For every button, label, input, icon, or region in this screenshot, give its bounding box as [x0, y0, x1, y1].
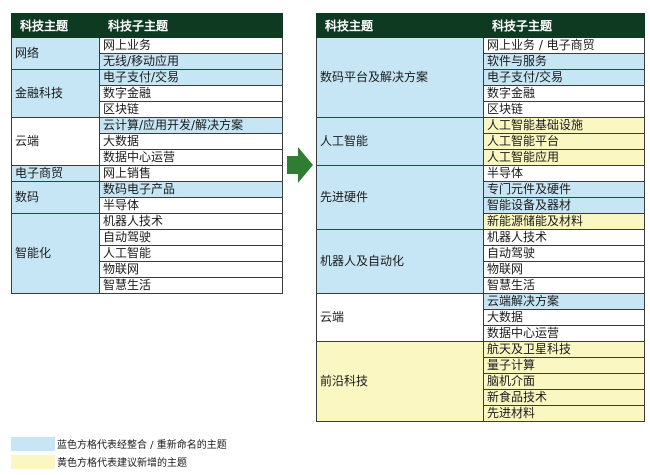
subtheme-cell: 新食品技术 [483, 389, 645, 406]
table-row: 电子商贸 网上销售 [11, 165, 283, 182]
subtheme-cell: 区块链 [99, 101, 283, 118]
subtheme-cell: 云计算/应用开发/解决方案 [99, 117, 283, 134]
subtheme-cell: 量子计算 [483, 357, 645, 374]
header-subtheme: 科技子主题 [99, 13, 283, 38]
theme-cell: 数码平台及解决方案 [316, 37, 484, 118]
subtheme-cell: 智慧生活 [483, 277, 645, 294]
subtheme-cell: 网上业务 [99, 37, 283, 54]
subtheme-cell: 自动驾驶 [483, 245, 645, 262]
subtheme-cell: 大数据 [99, 133, 283, 150]
subtheme-cell: 电子支付/交易 [99, 69, 283, 86]
subtheme-cell: 电子支付/交易 [483, 69, 645, 86]
subtheme-cell: 区块链 [483, 101, 645, 118]
subtheme-cell: 大数据 [483, 309, 645, 326]
transition-arrow-icon [287, 147, 313, 183]
table-row: 先进硬件 半导体 [316, 165, 645, 230]
header-theme: 科技主题 [316, 13, 484, 38]
subtheme-cell: 自动驾驶 [99, 229, 283, 246]
subtheme-cell: 智慧生活 [99, 277, 283, 294]
theme-cell: 前沿科技 [316, 341, 484, 422]
table-row: 网络 网上业务 [11, 37, 283, 70]
subtheme-cell: 人工智能平台 [483, 133, 645, 150]
table-row: 机器人及自动化 机器人技术 [316, 229, 645, 294]
current-themes-table: 科技主题 科技子主题 网络 网上业务 无线/移动应用 金融科技 电子支付/交易 数字金融区… [11, 13, 283, 294]
theme-cell: 云端 [316, 293, 484, 342]
subtheme-cell: 无线/移动应用 [99, 53, 283, 70]
subtheme-cell: 专门元件及硬件 [483, 181, 645, 198]
subtheme-cell: 智能设备及器材 [483, 197, 645, 214]
theme-cell: 金融科技 [11, 69, 100, 118]
subtheme-cell: 物联网 [483, 261, 645, 278]
theme-cell: 云端 [11, 117, 100, 166]
header-theme: 科技主题 [11, 13, 100, 38]
legend-item-yellow: 黄色方格代表建议新增的主题 [11, 454, 187, 469]
theme-cell: 机器人及自动化 [316, 229, 484, 294]
subtheme-cell: 数据中心运营 [483, 325, 645, 342]
subtheme-cell: 新能源储能及材料 [483, 213, 645, 230]
subtheme-cell: 先进材料 [483, 405, 645, 422]
theme-cell: 先进硬件 [316, 165, 484, 230]
subtheme-cell: 半导体 [99, 197, 283, 214]
subtheme-cell: 数字金融 [483, 85, 645, 102]
theme-cell: 网络 [11, 37, 100, 70]
table-header-row: 科技主题 科技子主题 [316, 13, 645, 38]
subtheme-cell: 网上业务 / 电子商贸 [483, 37, 645, 54]
table-row: 数码 数码电子产品 [11, 181, 283, 214]
subtheme-cell: 脑机介面 [483, 373, 645, 390]
legend-swatch-blue [11, 436, 55, 451]
legend-swatch-yellow [11, 454, 55, 469]
theme-cell: 数码 [11, 181, 100, 214]
subtheme-cell: 机器人技术 [483, 229, 645, 246]
table-row: 人工智能 人工智能基础设施 [316, 117, 645, 166]
table-header-row: 科技主题 科技子主题 [11, 13, 283, 38]
header-subtheme: 科技子主题 [483, 13, 645, 38]
table-row: 云端 云端解决方案 [316, 293, 645, 342]
subtheme-cell: 机器人技术 [99, 213, 283, 230]
table-row: 数码平台及解决方案 网上业务 / 电子商贸 [316, 37, 645, 118]
table-row: 智能化 机器人技术 [11, 213, 283, 294]
subtheme-cell: 人工智能 [99, 245, 283, 262]
subtheme-cell: 软件与服务 [483, 53, 645, 70]
subtheme-cell: 网上销售 [99, 165, 283, 182]
table-row: 云端 云计算/应用开发/解决方案 [11, 117, 283, 166]
table-row: 金融科技 电子支付/交易 [11, 69, 283, 118]
subtheme-cell: 人工智能应用 [483, 149, 645, 166]
theme-cell: 人工智能 [316, 117, 484, 166]
subtheme-cell: 航天及卫星科技 [483, 341, 645, 358]
subtheme-cell: 云端解决方案 [483, 293, 645, 310]
legend-label-yellow: 黄色方格代表建议新增的主题 [57, 458, 187, 469]
table-row: 前沿科技 航天及卫星科技 [316, 341, 645, 422]
proposed-themes-table: 科技主题 科技子主题 数码平台及解决方案 网上业务 / 电子商贸 软件与服务 电子支付… [316, 13, 645, 422]
subtheme-cell: 物联网 [99, 261, 283, 278]
subtheme-cell: 人工智能基础设施 [483, 117, 645, 134]
legend-label-blue: 蓝色方格代表经整合 / 重新命名的主题 [57, 440, 227, 451]
subtheme-cell: 半导体 [483, 165, 645, 182]
legend-item-blue: 蓝色方格代表经整合 / 重新命名的主题 [11, 436, 227, 451]
subtheme-cell: 数码电子产品 [99, 181, 283, 198]
theme-cell: 电子商贸 [11, 165, 100, 182]
subtheme-cell: 数据中心运营 [99, 149, 283, 166]
subtheme-cell: 数字金融 [99, 85, 283, 102]
theme-cell: 智能化 [11, 213, 100, 294]
